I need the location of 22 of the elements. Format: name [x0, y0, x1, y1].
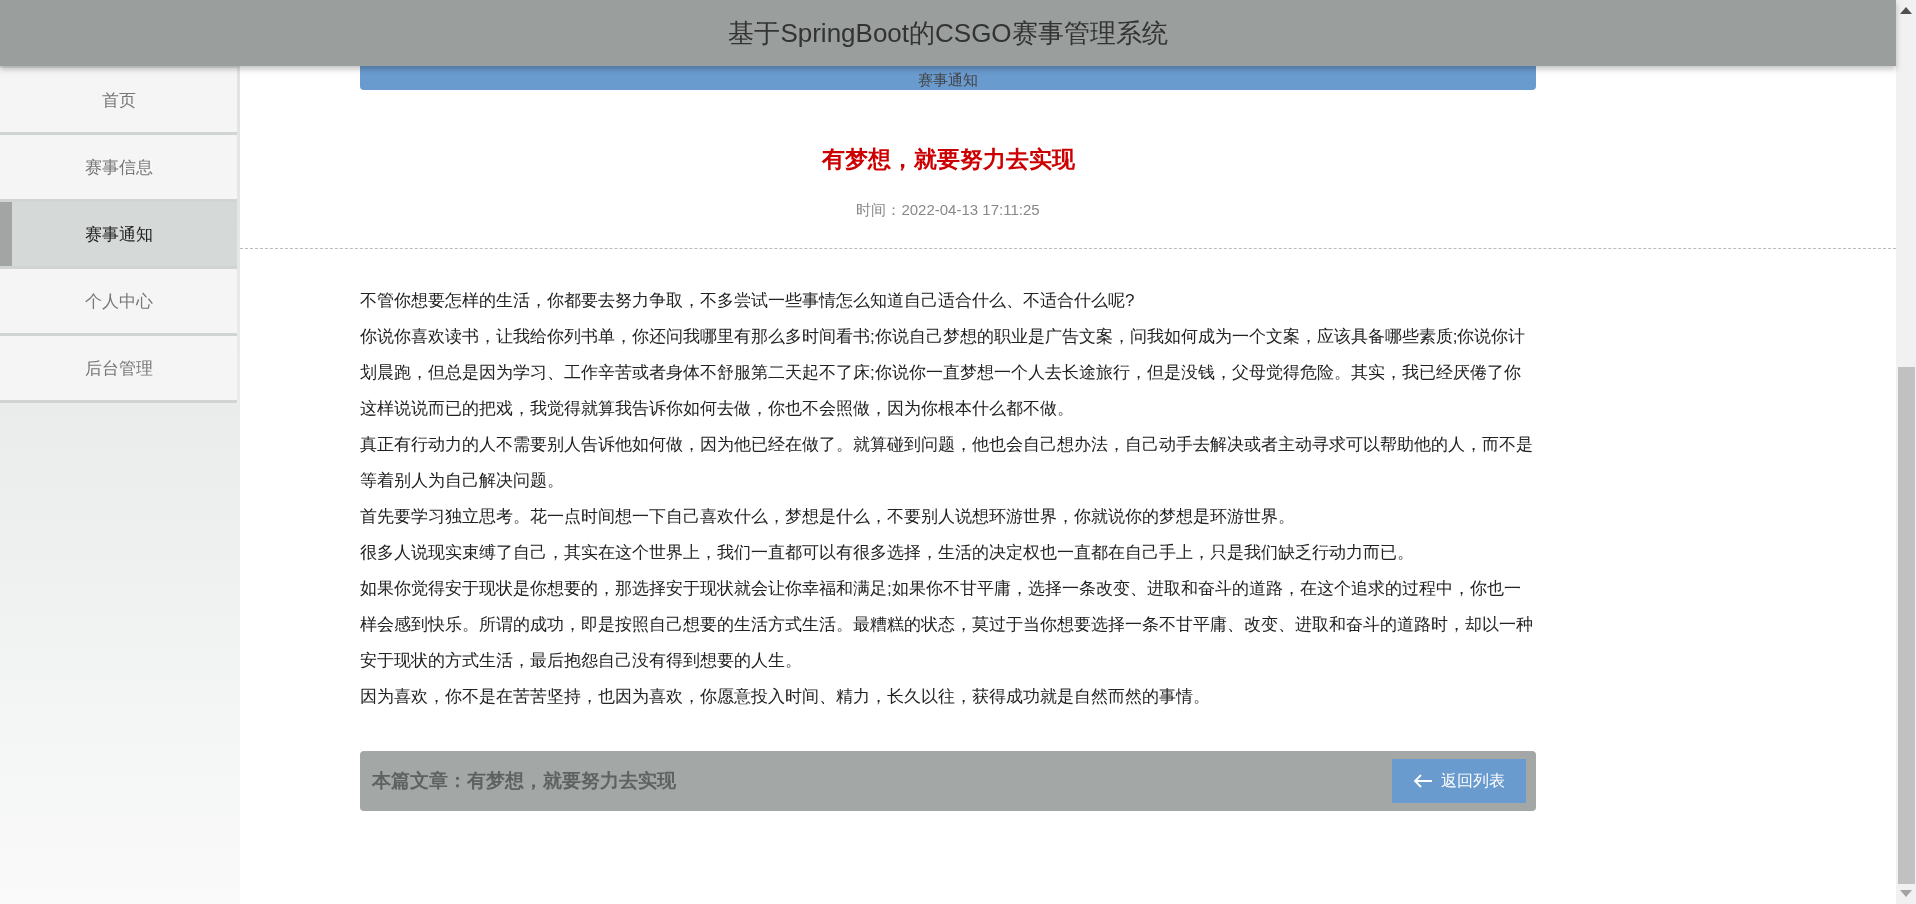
- scroll-down-icon[interactable]: [1900, 890, 1912, 898]
- sidebar-item[interactable]: 个人中心: [0, 269, 237, 333]
- sidebar-item[interactable]: 赛事信息: [0, 135, 237, 199]
- sidebar-item[interactable]: 首页: [0, 68, 237, 132]
- left-arrow-icon: [1413, 773, 1433, 789]
- article-paragraph: 真正有行动力的人不需要别人告诉他如何做，因为他已经在做了。就算碰到问题，他也会自己想办法，自己动手去解决或者主动寻求可以帮助他的人，而不是等着别人为自己解决问题。: [360, 434, 1534, 492]
- section-title: 赛事通知: [918, 70, 978, 90]
- sidebar-item[interactable]: 赛事通知: [0, 202, 237, 266]
- current-article-label: 本篇文章：有梦想，就要努力去实现: [372, 769, 676, 793]
- article-paragraph: 很多人说现实束缚了自己，其实在这个世界上，我们一直都可以有很多选择，生活的决定权也一直都在自己手上，只是我们缺乏行动力而已。: [360, 542, 1415, 564]
- article-paragraph: 如果你觉得安于现状是你想要的，那选择安于现状就会让你幸福和满足;如果你不甘平庸，选择一条改变、进取和奋斗的道路，在这个追求的过程中，你也一样会感到快乐。所谓的成功，即是按照自己想要的生活方式生活。最糟糕的状态，莫过于当你想要选择一条不甘平庸、改变、进取和奋斗的道路时，却以一种安于现状的方式生活，最后抱怨自己没有得到想要的人生。: [360, 578, 1534, 672]
- app-title: 基于SpringBoot的CSGO赛事管理系统: [728, 16, 1168, 50]
- back-to-list-button[interactable]: 返回列表: [1392, 759, 1526, 803]
- article-paragraph: 不管你想要怎样的生活，你都要去努力争取，不多尝试一些事情怎么知道自己适合什么、不适合什么呢?: [360, 290, 1136, 312]
- article-title: 有梦想，就要努力去实现: [821, 145, 1075, 174]
- article-time: 时间：2022-04-13 17:11:25: [856, 201, 1040, 220]
- article-paragraph: 因为喜欢，你不是在苦苦坚持，也因为喜欢，你愿意投入时间、精力，长久以往，获得成功就是自然而然的事情。: [360, 686, 1211, 708]
- article-paragraph: 首先要学习独立思考。花一点时间想一下自己喜欢什么，梦想是什么，不要别人说想环游世界，你就说你的梦想是环游世界。: [360, 506, 1296, 528]
- sidebar-item[interactable]: 后台管理: [0, 336, 237, 400]
- scrollbar[interactable]: [1896, 0, 1916, 904]
- scroll-up-icon[interactable]: [1900, 6, 1912, 14]
- article-paragraph: 你说你喜欢读书，让我给你列书单，你还问我哪里有那么多时间看书;你说自己梦想的职业是广告文案，问我如何成为一个文案，应该具备哪些素质;你说你计划晨跑，但总是因为学习、工作辛苦或者身体不舒服第二天起不了床;你说你一直梦想一个人去长途旅行，但是没钱，父母觉得危险。其实，我已经厌倦了你这样说说而已的把戏，我觉得就算我告诉你如何去做，你也不会照做，因为你根本什么都不做。: [360, 326, 1527, 420]
